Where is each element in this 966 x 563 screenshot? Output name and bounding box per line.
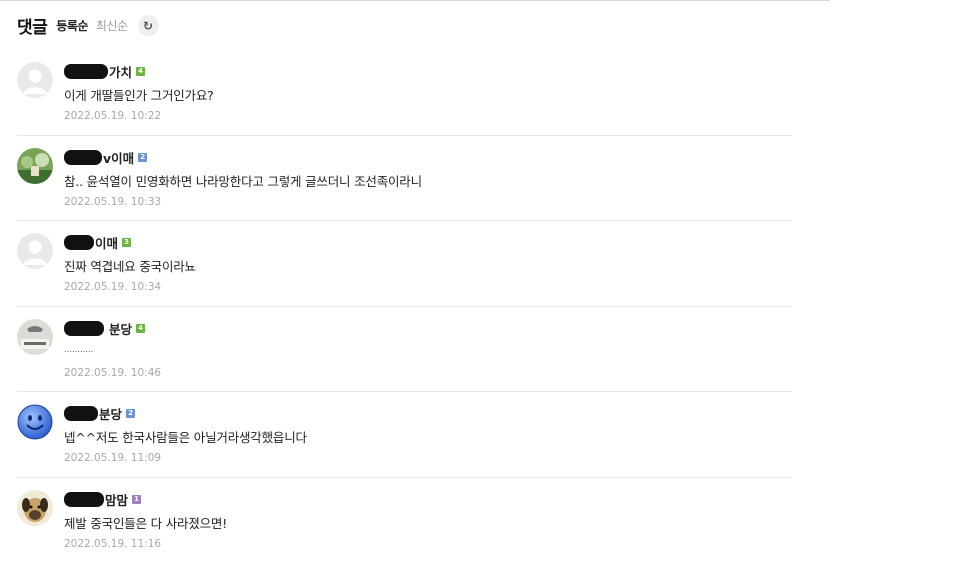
comment-author[interactable]: 분당 4 (64, 319, 145, 338)
dog-avatar-icon[interactable] (17, 490, 53, 526)
comment-author[interactable]: 가치 4 (64, 62, 145, 81)
comment-item: v이매 2 참.. 윤석열이 민영화하면 나라망한다고 그렇게 글쓰더니 조선족… (0, 136, 792, 222)
top-divider (0, 0, 830, 1)
comment-item: 분당 2 넵^^저도 한국사람들은 아닐거라생각했읍니다 2022.05.19.… (0, 392, 792, 478)
comment-date: 2022.05.19. 11:16 (64, 538, 161, 550)
comment-list: 가치 4 이게 개딸들인가 그거인가요? 2022.05.19. 10:22 v… (0, 50, 792, 563)
author-nickname: 분당 (109, 319, 132, 338)
comment-text: 이게 개딸들인가 그거인가요? (64, 85, 214, 104)
level-badge-icon: 1 (132, 495, 141, 504)
redaction-mark (64, 321, 104, 336)
comment-date: 2022.05.19. 10:22 (64, 110, 161, 122)
refresh-icon[interactable]: ↻ (138, 15, 159, 36)
comment-date: 2022.05.19. 11:09 (64, 452, 161, 464)
comment-item: 분당 4 ........... 2022.05.19. 10:46 (0, 307, 792, 393)
comment-item: 가치 4 이게 개딸들인가 그거인가요? 2022.05.19. 10:22 (0, 50, 792, 136)
author-nickname: 맘맘 (105, 490, 128, 509)
sort-registered-button[interactable]: 등록순 (56, 17, 88, 34)
comment-author[interactable]: 이매 3 (64, 233, 131, 252)
comment-item: 이매 3 진짜 역겹네요 중국이라뇨 2022.05.19. 10:34 (0, 221, 792, 307)
comment-author[interactable]: v이매 2 (64, 148, 147, 167)
sort-latest-button[interactable]: 최신순 (96, 17, 128, 34)
author-nickname: 분당 (99, 404, 122, 423)
photo-avatar-icon[interactable] (17, 148, 53, 184)
comment-text: 진짜 역겹네요 중국이라뇨 (64, 256, 196, 275)
photo-avatar-icon[interactable] (17, 319, 53, 355)
comment-date: 2022.05.19. 10:34 (64, 281, 161, 293)
level-badge-icon: 4 (136, 67, 145, 76)
comment-text: 넵^^저도 한국사람들은 아닐거라생각했읍니다 (64, 427, 307, 446)
redaction-mark (64, 150, 102, 165)
default-avatar-icon[interactable] (17, 233, 53, 269)
author-nickname: 가치 (109, 62, 132, 81)
redaction-mark (64, 64, 108, 79)
comment-author[interactable]: 분당 2 (64, 404, 135, 423)
level-badge-icon: 2 (126, 409, 135, 418)
redaction-mark (64, 235, 94, 250)
comments-header: 댓글 등록순 최신순 ↻ (17, 13, 159, 38)
smiley-avatar-icon[interactable] (17, 404, 53, 440)
level-badge-icon: 3 (122, 238, 131, 247)
comments-title: 댓글 (17, 13, 47, 38)
comment-item: 맘맘 1 제발 중국인들은 다 사라졌으면! 2022.05.19. 11:16 (0, 478, 792, 563)
comment-date: 2022.05.19. 10:33 (64, 196, 161, 208)
comment-text: 제발 중국인들은 다 사라졌으면! (64, 513, 227, 532)
comment-text: ........... (64, 345, 93, 355)
comment-date: 2022.05.19. 10:46 (64, 367, 161, 379)
comment-text: 참.. 윤석열이 민영화하면 나라망한다고 그렇게 글쓰더니 조선족이라니 (64, 171, 422, 190)
comment-author[interactable]: 맘맘 1 (64, 490, 141, 509)
default-avatar-icon[interactable] (17, 62, 53, 98)
author-nickname: v이매 (103, 148, 134, 167)
redaction-mark (64, 492, 104, 507)
author-nickname: 이매 (95, 233, 118, 252)
redaction-mark (64, 406, 98, 421)
level-badge-icon: 4 (136, 324, 145, 333)
level-badge-icon: 2 (138, 153, 147, 162)
